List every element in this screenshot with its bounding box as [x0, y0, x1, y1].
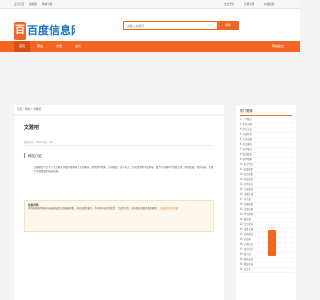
sidebar-list: 1. 一个酷站 2. 青年文摘 3. 作文大全 4. 诗词名句 5. 古诗文网 6. 美文… — [240, 118, 294, 273]
submit-link[interactable]: 在线投稿 — [264, 2, 274, 6]
bookmark-link[interactable]: 加收藏 — [29, 2, 37, 6]
register-link[interactable]: 免费注册 — [244, 2, 254, 6]
nav-item-webmaster[interactable]: 站长 — [75, 41, 81, 52]
top-bar: 设为首页 加收藏 网站导航 会员登录 免费注册 在线投稿 — [0, 0, 300, 9]
sidebar-item[interactable]: 31. 文言文 — [240, 268, 294, 273]
disclaimer-title: 免责声明： — [28, 204, 41, 207]
disclaimer-body: 本页面收录的网站内容由网友提交或网络收集，本站仅提供展示，不对其内容的真实性、合… — [28, 208, 159, 210]
breadcrumb: 首页 > 网站 > 文雅吧 — [14, 105, 224, 114]
search-input[interactable] — [123, 21, 218, 30]
main-content: 文雅吧 更新时间：2024 浏览：127 网站介绍 文雅吧是专注于广大古典文学爱… — [14, 116, 224, 300]
sidebar: 热门推荐 1. 一个酷站 2. 青年文摘 3. 作文大全 4. 诗词名句 5. 古诗文网… — [236, 105, 296, 300]
section-title: 网站介绍 — [24, 153, 42, 158]
logo-text: 百度信息网 — [27, 25, 75, 37]
header: 百 百度信息网 搜索 — [0, 9, 300, 41]
login-link[interactable]: 会员登录 — [224, 2, 234, 6]
nav-submit-site[interactable]: 网站提交 — [272, 41, 284, 52]
feedback-tab[interactable] — [268, 230, 276, 256]
appeal-link[interactable]: 点击此处提交申诉 — [160, 208, 178, 210]
logo-badge: 百 — [14, 22, 26, 40]
main-nav: 首页 网站 文章 站长 网站提交 — [0, 41, 300, 52]
divider — [24, 145, 214, 146]
set-homepage-link[interactable]: 设为首页 — [14, 2, 24, 6]
nav-item-articles[interactable]: 文章 — [56, 41, 62, 52]
nav-item-sites[interactable]: 网站 — [37, 41, 43, 52]
nav-item-home[interactable]: 首页 — [14, 41, 31, 52]
page-title: 文雅吧 — [24, 125, 40, 131]
disclaimer-box: 免责声明： 本页面收录的网站内容由网友提交或网络收集，本站仅提供展示，不对其内容… — [24, 200, 214, 232]
page-meta: 更新时间：2024 浏览：127 — [24, 141, 54, 144]
site-nav-link[interactable]: 网站导航 — [42, 2, 52, 6]
sidebar-title: 热门推荐 — [240, 109, 253, 113]
disclaimer-text: 本页面收录的网站内容由网友提交或网络收集，本站仅提供展示，不对其内容的真实性、合… — [28, 208, 210, 212]
sidebar-title-underline — [240, 115, 292, 116]
site-logo[interactable]: 百 百度信息网 — [14, 22, 76, 40]
site-intro: 文雅吧是专注于广大古典文学爱好者的网上文化家园，提供国学经典、诗词歌赋、名人名言… — [34, 166, 214, 174]
search-button[interactable]: 搜索 — [217, 21, 239, 30]
